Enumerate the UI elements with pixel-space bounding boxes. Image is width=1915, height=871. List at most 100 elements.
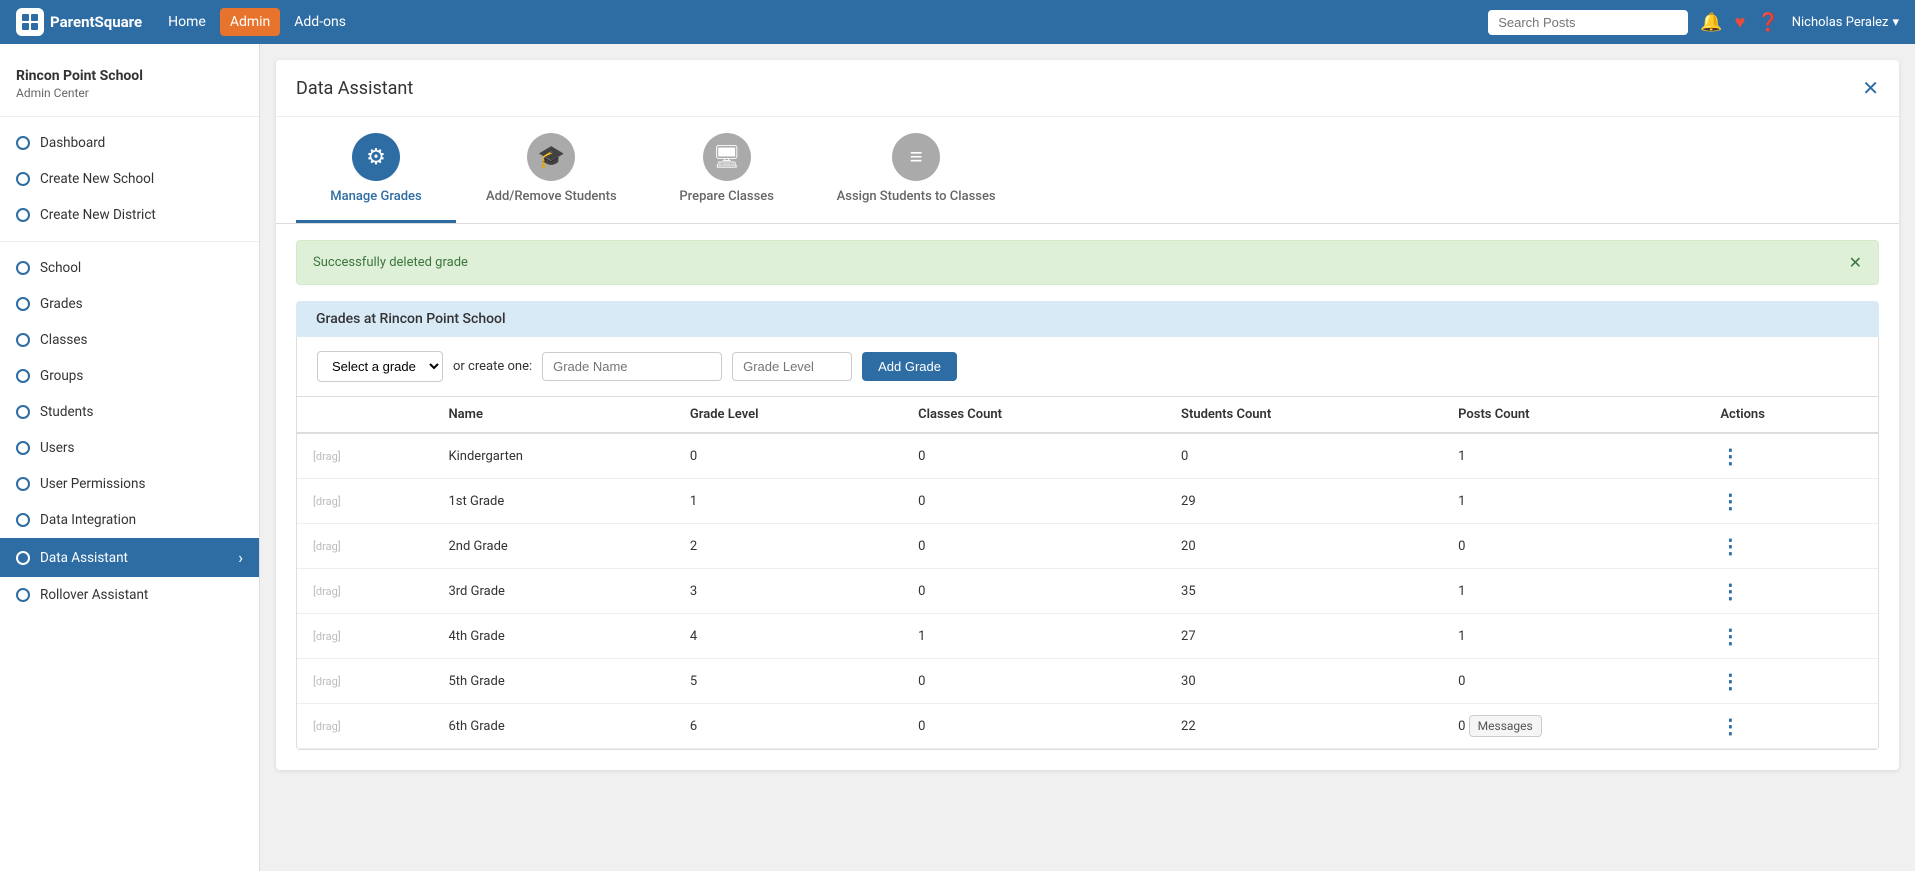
- grade-select[interactable]: Select a grade: [317, 351, 443, 382]
- classes-count: 0: [902, 433, 1165, 479]
- panel-title: Data Assistant: [296, 78, 413, 99]
- grade-name: 2nd Grade: [432, 524, 673, 569]
- success-alert: Successfully deleted grade ✕: [296, 240, 1879, 285]
- close-icon[interactable]: ✕: [1862, 76, 1879, 100]
- students-count: 29: [1165, 479, 1442, 524]
- grade-level: 3: [674, 569, 902, 614]
- sidebar-dot: [16, 172, 30, 186]
- actions-menu-icon[interactable]: ⋮: [1720, 489, 1741, 513]
- drag-handle[interactable]: [drag]: [297, 704, 432, 749]
- list-icon: ≡: [892, 133, 940, 181]
- col-grade-level: Grade Level: [674, 397, 902, 433]
- drag-handle[interactable]: [drag]: [297, 524, 432, 569]
- sidebar-item-rollover-assistant[interactable]: Rollover Assistant: [0, 577, 259, 613]
- actions-menu-icon[interactable]: ⋮: [1720, 444, 1741, 468]
- actions-menu-icon[interactable]: ⋮: [1720, 534, 1741, 558]
- grade-level: 1: [674, 479, 902, 524]
- sidebar-item-dashboard[interactable]: Dashboard: [0, 125, 259, 161]
- actions-menu-icon[interactable]: ⋮: [1720, 579, 1741, 603]
- alert-close-icon[interactable]: ✕: [1849, 253, 1862, 272]
- posts-count: 0: [1442, 524, 1704, 569]
- tab-add-remove-students[interactable]: 🎓 Add/Remove Students: [456, 117, 647, 223]
- drag-handle[interactable]: [drag]: [297, 479, 432, 524]
- tab-prepare-classes[interactable]: 🖥 Prepare Classes: [647, 117, 807, 223]
- sidebar-item-groups[interactable]: Groups: [0, 358, 259, 394]
- sidebar-item-user-permissions[interactable]: User Permissions: [0, 466, 259, 502]
- students-count: 0: [1165, 433, 1442, 479]
- logo-icon: [16, 8, 44, 36]
- grade-name: 4th Grade: [432, 614, 673, 659]
- drag-handle[interactable]: [drag]: [297, 614, 432, 659]
- nav-addons[interactable]: Add-ons: [284, 8, 356, 36]
- sidebar-item-create-district[interactable]: Create New District: [0, 197, 259, 233]
- table-row: [drag] 2nd Grade 2 0 20 0 ⋮: [297, 524, 1878, 569]
- students-count: 22: [1165, 704, 1442, 749]
- posts-count: 1: [1442, 433, 1704, 479]
- classes-count: 0: [902, 524, 1165, 569]
- actions-cell: ⋮: [1704, 524, 1878, 569]
- posts-count: 0: [1442, 659, 1704, 704]
- grade-name: Kindergarten: [432, 433, 673, 479]
- sidebar-item-students[interactable]: Students: [0, 394, 259, 430]
- actions-cell: ⋮: [1704, 433, 1878, 479]
- classes-count: 1: [902, 614, 1165, 659]
- actions-cell: ⋮: [1704, 569, 1878, 614]
- actions-cell: ⋮: [1704, 614, 1878, 659]
- students-count: 35: [1165, 569, 1442, 614]
- bell-icon[interactable]: 🔔: [1700, 12, 1722, 33]
- help-icon[interactable]: ❓: [1757, 12, 1779, 33]
- grade-level-input[interactable]: [732, 352, 852, 381]
- sidebar-item-data-assistant[interactable]: Data Assistant ›: [0, 538, 259, 577]
- actions-menu-icon[interactable]: ⋮: [1720, 624, 1741, 648]
- drag-handle[interactable]: [drag]: [297, 433, 432, 479]
- search-input[interactable]: [1488, 10, 1688, 35]
- user-menu[interactable]: Nicholas Peralez ▾: [1792, 15, 1899, 30]
- nav-home[interactable]: Home: [158, 8, 216, 36]
- posts-count: 1: [1442, 614, 1704, 659]
- or-text: or create one:: [453, 359, 532, 374]
- logo[interactable]: ParentSquare: [16, 8, 142, 36]
- sidebar-item-create-school[interactable]: Create New School: [0, 161, 259, 197]
- sidebar-dot: [16, 136, 30, 150]
- tab-content: Successfully deleted grade ✕ Grades at R…: [276, 240, 1899, 770]
- actions-menu-icon[interactable]: ⋮: [1720, 714, 1741, 738]
- grade-form: Select a grade or create one: Add Grade: [296, 337, 1879, 397]
- actions-cell: ⋮: [1704, 479, 1878, 524]
- top-nav: ParentSquare Home Admin Add-ons 🔔 ♥ ❓ Ni…: [0, 0, 1915, 44]
- data-assistant-panel: Data Assistant ✕ ⚙ Manage Grades 🎓 Add/R…: [276, 60, 1899, 770]
- add-grade-button[interactable]: Add Grade: [862, 352, 957, 381]
- sidebar-item-classes[interactable]: Classes: [0, 322, 259, 358]
- drag-handle[interactable]: [drag]: [297, 659, 432, 704]
- sidebar-item-users[interactable]: Users: [0, 430, 259, 466]
- sidebar-item-school[interactable]: School: [0, 250, 259, 286]
- layout: Rincon Point School Admin Center Dashboa…: [0, 44, 1915, 871]
- col-posts-count: Posts Count: [1442, 397, 1704, 433]
- actions-menu-icon[interactable]: ⋮: [1720, 669, 1741, 693]
- grade-name: 5th Grade: [432, 659, 673, 704]
- tab-assign-students[interactable]: ≡ Assign Students to Classes: [807, 117, 1026, 223]
- table-row: [drag] Kindergarten 0 0 0 1 ⋮: [297, 433, 1878, 479]
- col-actions: Actions: [1704, 397, 1878, 433]
- col-students-count: Students Count: [1165, 397, 1442, 433]
- admin-center-label: Admin Center: [16, 86, 243, 100]
- sidebar-item-grades[interactable]: Grades: [0, 286, 259, 322]
- sidebar-dot: [16, 333, 30, 347]
- grade-name: 3rd Grade: [432, 569, 673, 614]
- heart-icon[interactable]: ♥: [1735, 12, 1746, 33]
- students-count: 30: [1165, 659, 1442, 704]
- table-row: [drag] 5th Grade 5 0 30 0 ⋮: [297, 659, 1878, 704]
- classes-count: 0: [902, 569, 1165, 614]
- sidebar-dot: [16, 208, 30, 222]
- actions-cell: ⋮: [1704, 659, 1878, 704]
- tab-manage-grades[interactable]: ⚙ Manage Grades: [296, 117, 456, 223]
- panel-header: Data Assistant ✕: [276, 60, 1899, 117]
- nav-admin[interactable]: Admin: [220, 8, 280, 36]
- tabs: ⚙ Manage Grades 🎓 Add/Remove Students 🖥 …: [276, 117, 1899, 224]
- table-row: [drag] 3rd Grade 3 0 35 1 ⋮: [297, 569, 1878, 614]
- posts-count: 1: [1442, 479, 1704, 524]
- grade-name-input[interactable]: [542, 352, 722, 381]
- grade-level: 0: [674, 433, 902, 479]
- school-name: Rincon Point School: [16, 68, 243, 84]
- drag-handle[interactable]: [drag]: [297, 569, 432, 614]
- sidebar-item-data-integration[interactable]: Data Integration: [0, 502, 259, 538]
